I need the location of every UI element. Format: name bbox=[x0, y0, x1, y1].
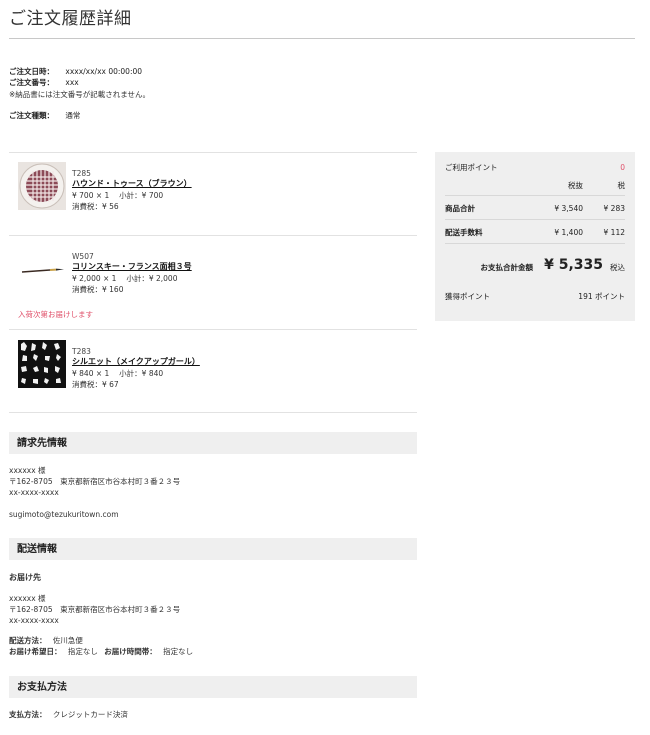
payment-method-value: クレジットカード決済 bbox=[52, 710, 128, 719]
order-number-value: xxx bbox=[65, 78, 79, 87]
earned-points-label: 獲得ポイント bbox=[445, 292, 490, 301]
summary-divider bbox=[445, 219, 625, 220]
payment-method-label: 支払方法： bbox=[9, 710, 47, 719]
payment-method-row: 支払方法： クレジットカード決済 bbox=[9, 710, 128, 720]
billing-heading: 請求先情報 bbox=[17, 438, 67, 449]
subtotal-label: 商品合計 bbox=[445, 204, 475, 213]
item-tax: 消費税：¥ 160 bbox=[72, 285, 124, 294]
total-label: お支払合計金額 bbox=[480, 263, 534, 272]
restock-note: 入荷次第お届けします bbox=[18, 310, 93, 319]
summary-divider bbox=[445, 243, 625, 244]
shipping-destination-heading: お届け先 bbox=[9, 573, 41, 582]
item-code: W507 bbox=[72, 252, 94, 261]
billing-section-header: 請求先情報 bbox=[9, 432, 417, 454]
items-top-divider bbox=[9, 152, 417, 153]
brush-image[interactable] bbox=[18, 245, 66, 293]
order-date-value: xxxx/xx/xx 00:00:00 bbox=[65, 67, 143, 76]
total-row: お支払合計金額 ¥ 5,335 税込 bbox=[445, 256, 626, 276]
shipping-method-label: 配送方法： bbox=[9, 636, 47, 645]
order-date-label: ご注文日時： bbox=[9, 67, 54, 76]
summary-divider bbox=[445, 195, 625, 196]
shipping-fee-label: 配送手数料 bbox=[445, 228, 483, 237]
payment-section-header: お支払方法 bbox=[9, 676, 417, 698]
item-tax: 消費税：¥ 67 bbox=[72, 380, 119, 389]
total-suffix: 税込 bbox=[610, 263, 625, 272]
order-type-label: ご注文種類： bbox=[9, 111, 54, 120]
points-used-label: ご利用ポイント bbox=[445, 163, 498, 172]
subtotal-value: ¥ 3,540 bbox=[554, 204, 583, 213]
delivery-time-label: お届け時間帯： bbox=[104, 647, 157, 656]
delivery-date-value: 指定なし bbox=[67, 647, 98, 656]
order-summary-box: ご利用ポイント 0 税抜 税 商品合計 ¥ 3,540 ¥ 283 配送手数料 … bbox=[435, 152, 635, 321]
items-bottom-divider bbox=[9, 412, 417, 413]
delivery-date-label: お届け希望日： bbox=[9, 647, 62, 656]
points-used-row: ご利用ポイント 0 bbox=[445, 163, 625, 173]
shipping-method-row: 配送方法： 佐川急便 bbox=[9, 636, 83, 646]
order-number-row: ご注文番号： xxx bbox=[9, 78, 79, 88]
delivery-date-row: お届け希望日： 指定なし お届け時間帯： 指定なし bbox=[9, 647, 193, 657]
billing-name: xxxxxx 様 bbox=[9, 466, 46, 475]
title-divider bbox=[9, 38, 635, 39]
order-item: T285 ハウンド・トゥース（ブラウン） ¥ 700 × 1 小計：¥ 700 … bbox=[9, 160, 417, 230]
payment-heading: お支払方法 bbox=[17, 682, 67, 693]
order-item: T283 シルエット（メイクアップガール） ¥ 840 × 1 小計：¥ 840… bbox=[9, 338, 417, 412]
item-divider bbox=[9, 329, 417, 330]
page-title: ご注文履歴詳細 bbox=[9, 9, 132, 29]
shipping-section-header: 配送情報 bbox=[9, 538, 417, 560]
billing-address: 〒162-8705 東京都新宿区市谷本村町３番２３号 bbox=[9, 477, 181, 486]
shipping-phone: xx-xxxx-xxxx bbox=[9, 616, 59, 625]
order-date-row: ご注文日時： xxxx/xx/xx 00:00:00 bbox=[9, 67, 142, 77]
order-type-value: 通常 bbox=[65, 111, 81, 120]
shipping-fee-value: ¥ 1,400 bbox=[554, 228, 583, 237]
order-number-label: ご注文番号： bbox=[9, 78, 54, 87]
shipping-method-value: 佐川急便 bbox=[52, 636, 83, 645]
tax-header: 税 bbox=[617, 181, 626, 190]
earned-points-row: 獲得ポイント 191 ポイント bbox=[445, 292, 625, 302]
item-code: T285 bbox=[72, 169, 91, 178]
order-note: ※納品書には注文番号が記載されません。 bbox=[9, 90, 151, 99]
item-price: ¥ 840 × 1 小計：¥ 840 bbox=[72, 369, 164, 378]
item-price: ¥ 2,000 × 1 小計：¥ 2,000 bbox=[72, 274, 178, 283]
earned-points-value: 191 ポイント bbox=[578, 292, 625, 301]
total-value: ¥ 5,335 bbox=[544, 257, 603, 273]
silhouette-pattern-image[interactable] bbox=[18, 340, 66, 388]
order-item: W507 コリンスキー・フランス面相３号 ¥ 2,000 × 1 小計：¥ 2,… bbox=[9, 243, 417, 329]
billing-email: sugimoto@tezukuritown.com bbox=[9, 510, 119, 519]
order-type-row: ご注文種類： 通常 bbox=[9, 111, 80, 121]
shipping-address: 〒162-8705 東京都新宿区市谷本村町３番２３号 bbox=[9, 605, 181, 614]
subtotal-row: 商品合計 ¥ 3,540 ¥ 283 bbox=[445, 204, 625, 214]
shipping-fee-tax: ¥ 112 bbox=[603, 228, 625, 237]
excl-tax-header: 税抜 bbox=[568, 181, 583, 190]
item-name-link[interactable]: コリンスキー・フランス面相３号 bbox=[72, 262, 192, 273]
shipping-fee-row: 配送手数料 ¥ 1,400 ¥ 112 bbox=[445, 228, 625, 238]
billing-phone: xx-xxxx-xxxx bbox=[9, 488, 59, 497]
item-name-link[interactable]: ハウンド・トゥース（ブラウン） bbox=[72, 179, 192, 190]
shipping-name: xxxxxx 様 bbox=[9, 594, 46, 603]
item-tax: 消費税：¥ 56 bbox=[72, 202, 119, 211]
subtotal-tax: ¥ 283 bbox=[603, 204, 625, 213]
item-code: T283 bbox=[72, 347, 91, 356]
delivery-time-value: 指定なし bbox=[163, 647, 194, 656]
points-used-value: 0 bbox=[620, 163, 625, 172]
item-divider bbox=[9, 235, 417, 236]
item-price: ¥ 700 × 1 小計：¥ 700 bbox=[72, 191, 164, 200]
houndstooth-plate-image[interactable] bbox=[18, 162, 66, 210]
item-name-link[interactable]: シルエット（メイクアップガール） bbox=[72, 357, 200, 368]
shipping-heading: 配送情報 bbox=[17, 544, 57, 555]
